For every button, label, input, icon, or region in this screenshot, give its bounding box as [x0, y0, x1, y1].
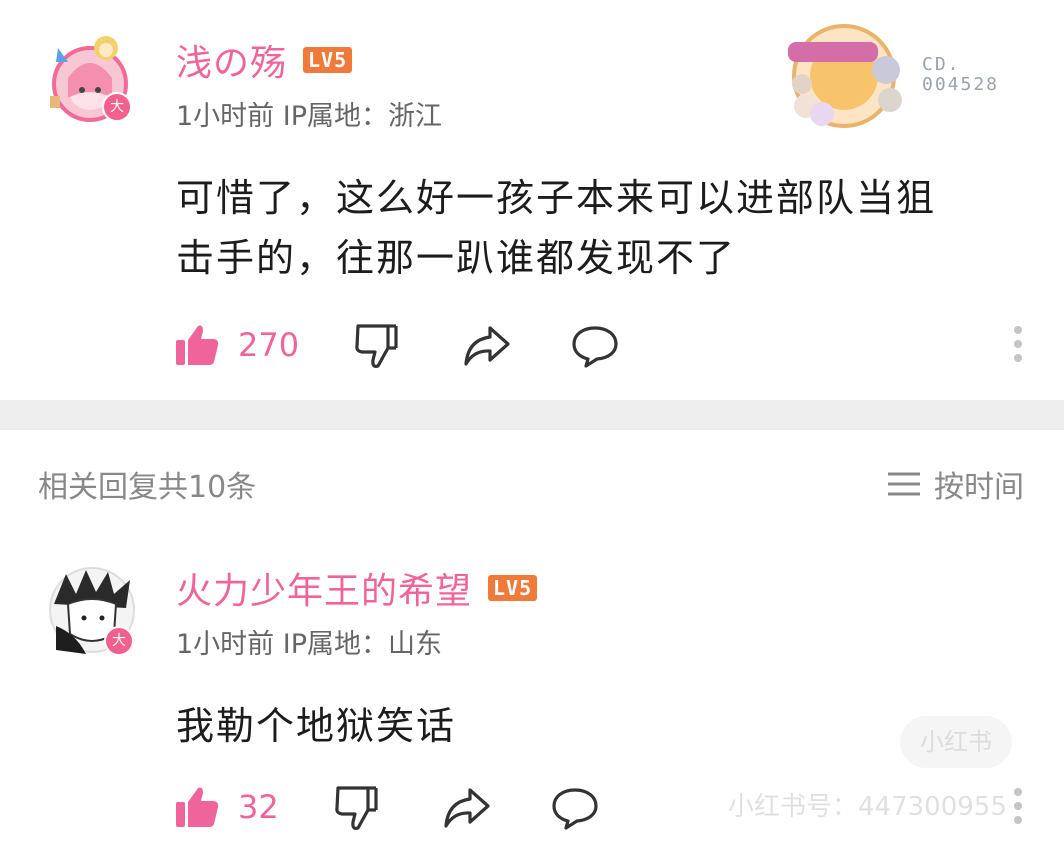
share-icon	[464, 326, 510, 366]
fan-badge-art-icon	[788, 24, 902, 128]
like-button[interactable]: 32	[174, 784, 279, 830]
thumbs-down-icon	[355, 324, 398, 368]
reply-button[interactable]	[570, 324, 620, 368]
reply-content: 我勒个地狱笑话	[176, 704, 457, 748]
comment-header: 浅の殇 LV5	[176, 34, 353, 86]
sort-lines-icon	[888, 472, 920, 496]
dislike-button[interactable]	[332, 784, 382, 832]
sort-label: 按时间	[934, 470, 1024, 505]
share-button[interactable]	[462, 324, 512, 368]
level-badge: LV5	[303, 47, 353, 73]
dislike-button[interactable]	[352, 322, 402, 370]
avatar-level-badge: 大	[104, 626, 134, 656]
comment-content-line: 可惜了，这么好一孩子本来可以进部队当狙	[176, 176, 937, 220]
more-vertical-icon	[1014, 788, 1022, 824]
thumbs-up-icon	[176, 787, 219, 827]
share-button[interactable]	[442, 786, 492, 830]
comment-meta: 1小时前 IP属地：浙江	[176, 101, 443, 132]
username[interactable]: 浅の殇	[176, 34, 287, 86]
replies-count-label: 相关回复共10条	[38, 470, 257, 505]
share-icon	[444, 788, 490, 828]
more-options-button[interactable]	[1010, 786, 1026, 826]
avatar-level-badge: 大	[102, 92, 132, 122]
reply-meta: 1小时前 IP属地：山东	[176, 629, 443, 660]
comment-bubble-icon	[572, 326, 618, 368]
watermark-logo: 小红书	[900, 716, 1012, 768]
more-options-button[interactable]	[1010, 324, 1026, 364]
comment-content-line: 击手的，往那一趴谁都发现不了	[176, 236, 737, 280]
like-count: 32	[238, 788, 279, 826]
reply-button[interactable]	[550, 786, 600, 830]
username[interactable]: 火力少年王的希望	[176, 562, 472, 614]
comment-bubble-icon	[552, 788, 598, 830]
more-vertical-icon	[1014, 326, 1022, 362]
like-count: 270	[238, 326, 300, 364]
watermark-id: 小红书号：447300955	[728, 792, 1007, 822]
level-badge: LV5	[488, 575, 538, 601]
section-divider	[0, 400, 1064, 430]
fan-badge-code: CD.	[922, 54, 961, 75]
thumbs-up-icon	[176, 325, 219, 365]
sort-button[interactable]: 按时间	[886, 462, 1024, 506]
comment: 大 浅の殇 LV5 1小时前 IP属地：浙江 CD. 004528 可惜了，这么…	[0, 0, 1064, 400]
watermark-logo-text: 小红书	[920, 728, 992, 756]
comment-content: 可惜了，这么好一孩子本来可以进部队当狙 击手的，往那一趴谁都发现不了	[176, 168, 1046, 288]
like-button[interactable]: 270	[174, 322, 299, 368]
thumbs-down-icon	[335, 786, 378, 830]
avatar-frame[interactable]: 大	[46, 564, 138, 656]
fan-badge-number: 004528	[922, 74, 1000, 95]
fan-badge[interactable]: CD. 004528	[782, 14, 1042, 134]
avatar-frame[interactable]: 大	[38, 28, 138, 128]
reply-header: 火力少年王的希望 LV5	[176, 562, 538, 614]
